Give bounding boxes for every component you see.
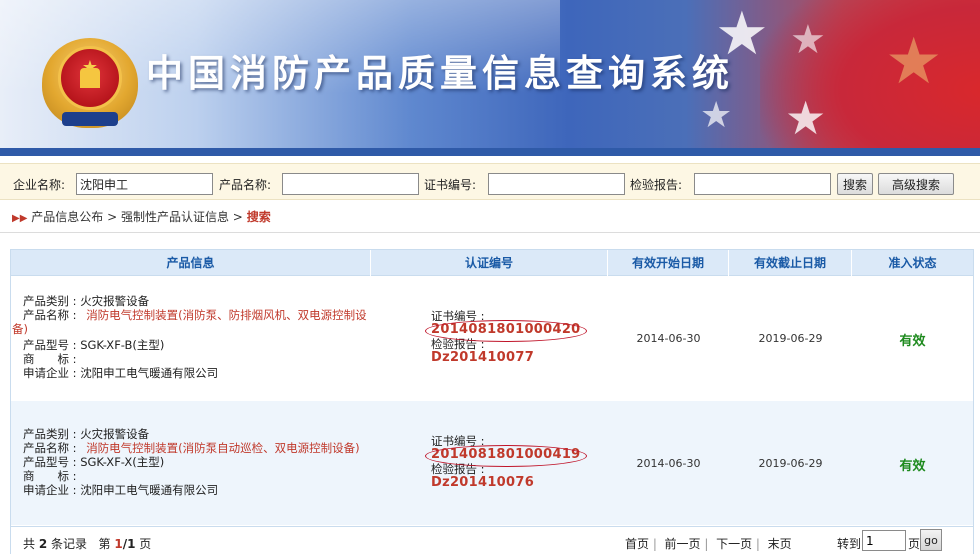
product-input[interactable] [282, 173, 419, 195]
model-label: 产品型号 : [23, 455, 77, 469]
table-header: 产品信息 认证编号 有效开始日期 有效截止日期 准入状态 [11, 250, 973, 276]
goto-unit: 页 [908, 537, 921, 551]
column-header-start-date: 有效开始日期 [608, 250, 729, 276]
breadcrumb-item-certification[interactable]: 强制性产品认证信息 [121, 210, 229, 224]
last-page-link[interactable]: 末页 [768, 537, 792, 551]
goto-label: 转到 [837, 537, 862, 551]
double-arrow-icon: ▶▶ [12, 213, 28, 224]
total-count: 2 [38, 537, 48, 551]
breadcrumb-separator: > [232, 210, 243, 224]
pagination-bar: 共 2 条记录 第 1/1 页 首页 | 前一页 | 下一页 | 末页 转到 页… [11, 526, 973, 554]
pager: 首页 | 前一页 | 下一页 | 末页 [625, 537, 792, 551]
category-label: 产品类别 : [23, 294, 77, 308]
first-page-link[interactable]: 首页 [625, 537, 649, 551]
product-info-cell: 产品类别 : 火灾报警设备 产品名称 : 消防电气控制装置(消防泵、防排烟风机、… [12, 294, 367, 380]
page-current: 1 [114, 537, 123, 551]
breadcrumb-current: 搜索 [246, 210, 271, 224]
cert-cell: 证书编号 : 2014081801000420 检验报告 : Dz2014100… [425, 309, 587, 365]
next-page-link[interactable]: 下一页 [716, 537, 752, 551]
category-value: 火灾报警设备 [80, 427, 150, 441]
column-header-end-date: 有效截止日期 [729, 250, 852, 276]
report-number[interactable]: Dz201410077 [431, 351, 581, 365]
goto-page-input[interactable] [862, 530, 906, 551]
company-input[interactable] [76, 173, 213, 195]
breadcrumb-divider [0, 232, 980, 233]
start-date: 2014-06-30 [636, 457, 701, 470]
column-header-cert-no: 认证编号 [371, 250, 608, 276]
report-input[interactable] [694, 173, 831, 195]
prev-page-link[interactable]: 前一页 [665, 537, 701, 551]
column-header-status: 准入状态 [888, 256, 937, 270]
total-prefix: 共 [23, 537, 36, 551]
total-suffix: 条记录 [51, 537, 88, 551]
star-icon: ★ [785, 91, 827, 145]
category-value: 火灾报警设备 [80, 294, 150, 308]
breadcrumb-separator: > [107, 210, 118, 224]
product-info-cell: 产品类别 : 火灾报警设备 产品名称 : 消防电气控制装置(消防泵自动巡检、双电… [12, 427, 360, 497]
company-label: 申请企业 : [23, 483, 77, 497]
company-value: 沈阳申工电气暖通有限公司 [80, 366, 219, 380]
results-table: 产品信息 认证编号 有效开始日期 有效截止日期 准入状态 产品类别 : 火灾报警… [10, 249, 974, 554]
company-label: 企业名称: [13, 178, 66, 192]
company-value: 沈阳申工电气暖通有限公司 [80, 483, 219, 497]
model-label: 产品型号 : [23, 338, 77, 352]
brand-label: 商 标 : [23, 352, 77, 366]
name-label: 产品名称 : [23, 308, 77, 322]
product-label: 产品名称: [219, 178, 272, 192]
product-name-continued[interactable]: 备) [12, 322, 367, 336]
page-total: 1 [127, 537, 136, 551]
record-summary: 共 2 条记录 第 1/1 页 [23, 535, 151, 552]
model-value: SGK-XF-B(主型) [80, 338, 165, 352]
page-title: 中国消防产品质量信息查询系统 [146, 52, 734, 95]
advanced-search-button[interactable]: 高级搜索 [878, 173, 954, 195]
cert-input[interactable] [488, 173, 625, 195]
end-date: 2019-06-29 [758, 332, 823, 345]
go-button[interactable]: go [920, 529, 942, 551]
end-date: 2019-06-29 [758, 457, 823, 470]
highlight-oval [425, 320, 587, 342]
page-suffix: 页 [139, 537, 152, 551]
highlight-oval [425, 445, 587, 467]
product-name-link[interactable]: 消防电气控制装置(消防泵自动巡检、双电源控制设备) [86, 441, 359, 455]
column-header-product-info: 产品信息 [11, 250, 371, 276]
report-number[interactable]: Dz201410076 [431, 476, 581, 490]
category-label: 产品类别 : [23, 427, 77, 441]
banner-bottom-band [0, 148, 980, 156]
police-emblem-icon: ★ [42, 28, 138, 128]
star-icon: ★ [700, 95, 733, 136]
cert-cell: 证书编号 : 2014081801000419 检验报告 : Dz2014100… [425, 434, 587, 490]
name-label: 产品名称 : [23, 441, 77, 455]
table-row: 产品类别 : 火灾报警设备 产品名称 : 消防电气控制装置(消防泵自动巡检、双电… [11, 401, 973, 525]
table-row: 产品类别 : 火灾报警设备 产品名称 : 消防电气控制装置(消防泵、防排烟风机、… [11, 277, 973, 400]
star-icon: ★ [790, 17, 826, 63]
breadcrumb-item-product-info[interactable]: 产品信息公布 [31, 210, 103, 224]
report-label: 检验报告: [630, 178, 683, 192]
breadcrumb: ▶▶ 产品信息公布 > 强制性产品认证信息 > 搜索 [12, 208, 271, 225]
model-value: SGK-XF-X(主型) [80, 455, 165, 469]
company-label: 申请企业 : [23, 366, 77, 380]
star-icon: ★ [885, 25, 943, 99]
header-banner: ★ ★ ★ ★ ★ ★ 中国消防产品质量信息查询系统 [0, 0, 980, 156]
status-badge: 有效 [899, 459, 926, 474]
brand-label: 商 标 : [23, 469, 77, 483]
start-date: 2014-06-30 [636, 332, 701, 345]
status-badge: 有效 [899, 334, 926, 349]
search-button[interactable]: 搜索 [837, 173, 873, 195]
search-bar: 企业名称: 产品名称: 证书编号: 检验报告: 搜索 高级搜索 [0, 163, 980, 200]
page-prefix: 第 [98, 537, 111, 551]
product-name-link[interactable]: 消防电气控制装置(消防泵、防排烟风机、双电源控制设 [86, 308, 366, 322]
cert-label: 证书编号: [424, 178, 477, 192]
